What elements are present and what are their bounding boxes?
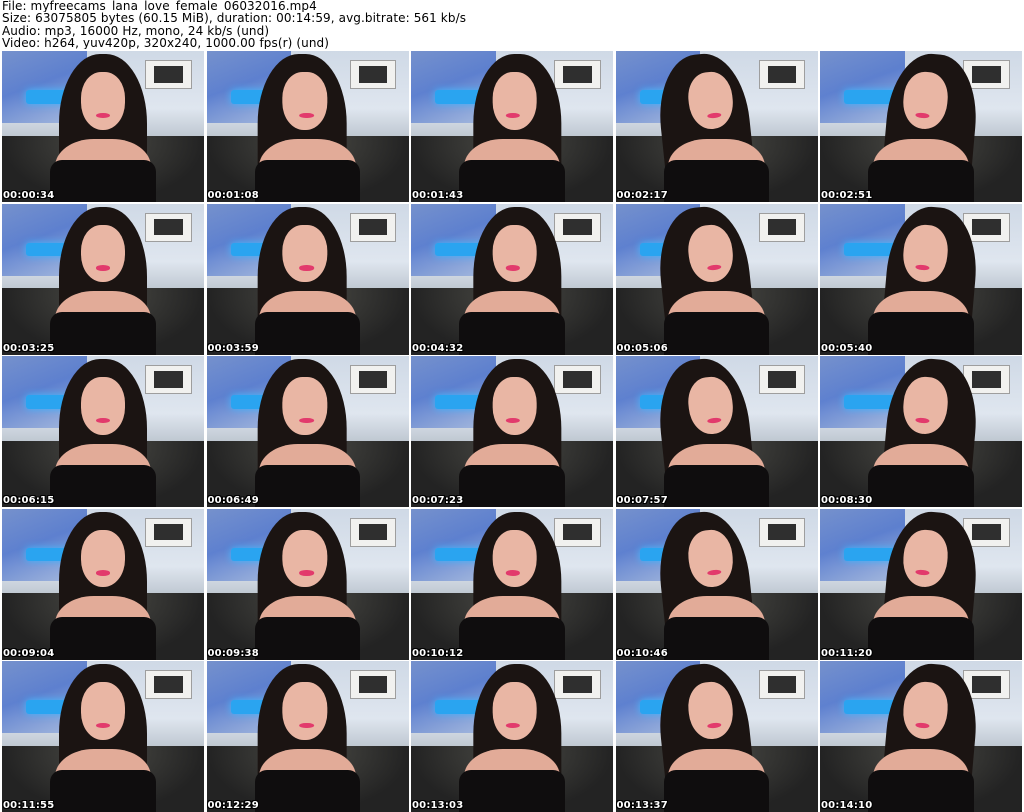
thumbnail-timestamp: 00:10:12 [412,647,464,659]
video-thumbnail: 00:08:30 [820,356,1022,507]
video-thumbnail: 00:01:43 [411,51,613,202]
video-thumbnail: 00:09:04 [2,508,204,660]
thumbnail-timestamp: 00:05:40 [821,342,873,354]
file-name-line: File: myfreecams_lana_love_female_060320… [2,0,317,13]
video-thumbnail: 00:01:08 [206,51,409,202]
video-frame-image [2,51,204,202]
thumbnail-timestamp: 00:09:04 [3,647,55,659]
thumbnail-timestamp: 00:11:20 [821,647,873,659]
video-frame-image [2,203,204,355]
video-frame-image [206,356,409,507]
audio-info-line: Audio: mp3, 16000 Hz, mono, 24 kb/s (und… [2,24,270,37]
thumbnail-timestamp: 00:02:17 [616,190,668,201]
thumbnail-timestamp: 00:01:08 [207,190,259,201]
thumbnail-timestamp: 00:04:32 [412,342,464,354]
video-thumbnail: 00:06:15 [2,356,204,507]
video-thumbnail: 00:10:12 [411,508,613,660]
video-thumbnail: 00:13:37 [615,661,818,812]
video-thumbnail: 00:11:20 [820,508,1022,660]
video-thumbnail: 00:10:46 [615,508,818,660]
thumbnail-grid: 00:00:34 00:01:08 00:01:43 00:02:17 00:02:51… [2,51,1022,812]
thumbnail-timestamp: 00:05:06 [616,342,668,354]
thumbnail-timestamp: 00:11:55 [3,800,55,811]
video-thumbnail: 00:09:38 [206,508,409,660]
video-thumbnail: 00:03:25 [2,203,204,355]
video-thumbnail: 00:03:59 [206,203,409,355]
thumbnail-timestamp: 00:02:51 [821,190,873,201]
thumbnail-timestamp: 00:00:34 [3,190,55,201]
size-duration-line: Size: 63075805 bytes (60.15 MiB), durati… [2,12,467,25]
video-thumbnail: 00:02:17 [615,51,818,202]
video-frame-image [411,203,613,355]
video-thumbnail: 00:13:03 [411,661,613,812]
thumbnail-timestamp: 00:06:49 [207,495,259,506]
thumbnail-timestamp: 00:09:38 [207,647,259,659]
video-frame-image [615,508,818,660]
video-frame-image [2,508,204,660]
video-frame-image [615,203,818,355]
thumbnail-timestamp: 00:14:10 [821,800,873,811]
video-frame-image [820,508,1022,660]
video-thumbnail: 00:06:49 [206,356,409,507]
video-frame-image [206,51,409,202]
video-thumbnail: 00:05:06 [615,203,818,355]
video-frame-image [615,51,818,202]
video-thumbnail: 00:04:32 [411,203,613,355]
video-frame-image [615,356,818,507]
video-frame-image [2,661,204,812]
video-frame-image [411,508,613,660]
thumbnail-timestamp: 00:08:30 [821,495,873,506]
thumbnail-timestamp: 00:13:37 [616,800,668,811]
video-frame-image [820,356,1022,507]
video-thumbnail: 00:14:10 [820,661,1022,812]
video-thumbnail: 00:07:23 [411,356,613,507]
video-info-line: Video: h264, yuv420p, 320x240, 1000.00 f… [2,36,330,50]
video-thumbnail: 00:12:29 [206,661,409,812]
video-frame-image [820,203,1022,355]
video-frame-image [2,356,204,507]
video-thumbnail: 00:11:55 [2,661,204,812]
thumbnail-timestamp: 00:03:25 [3,342,55,354]
video-frame-image [411,356,613,507]
thumbnail-timestamp: 00:12:29 [207,800,259,811]
video-frame-image [206,661,409,812]
thumbnail-timestamp: 00:07:23 [412,495,464,506]
video-thumbnail: 00:00:34 [2,51,204,202]
thumbnail-timestamp: 00:06:15 [3,495,55,506]
thumbnail-timestamp: 00:01:43 [412,190,464,201]
thumbnail-timestamp: 00:10:46 [616,647,668,659]
video-frame-image [411,661,613,812]
video-frame-image [820,51,1022,202]
video-frame-image [411,51,613,202]
video-thumbnail: 00:07:57 [615,356,818,507]
video-frame-image [206,203,409,355]
thumbnail-timestamp: 00:07:57 [616,495,668,506]
media-info-header: File: myfreecams_lana_love_female_060320… [2,0,1022,50]
video-frame-image [615,661,818,812]
thumbnail-timestamp: 00:13:03 [412,800,464,811]
video-thumbnail: 00:05:40 [820,203,1022,355]
thumbnail-timestamp: 00:03:59 [207,342,259,354]
video-frame-image [206,508,409,660]
video-thumbnail: 00:02:51 [820,51,1022,202]
video-frame-image [820,661,1022,812]
